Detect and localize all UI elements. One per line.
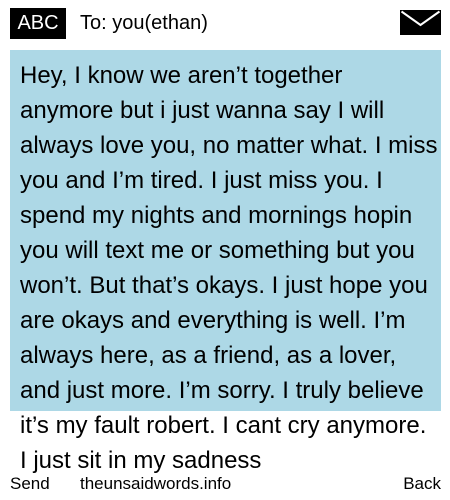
softkey-bar: Send theunsaidwords.info Back [0,470,450,500]
watermark-text: theunsaidwords.info [80,474,232,493]
input-mode-badge[interactable]: ABC [10,8,66,39]
recipient-field[interactable]: To: you(ethan) [80,10,208,36]
compose-header: ABC To: you(ethan) [0,0,450,46]
envelope-icon [400,10,441,35]
message-body[interactable]: Hey, I know we aren’t together anymore b… [20,58,438,478]
send-softkey[interactable]: Send [10,473,50,495]
back-softkey[interactable]: Back [403,473,441,495]
